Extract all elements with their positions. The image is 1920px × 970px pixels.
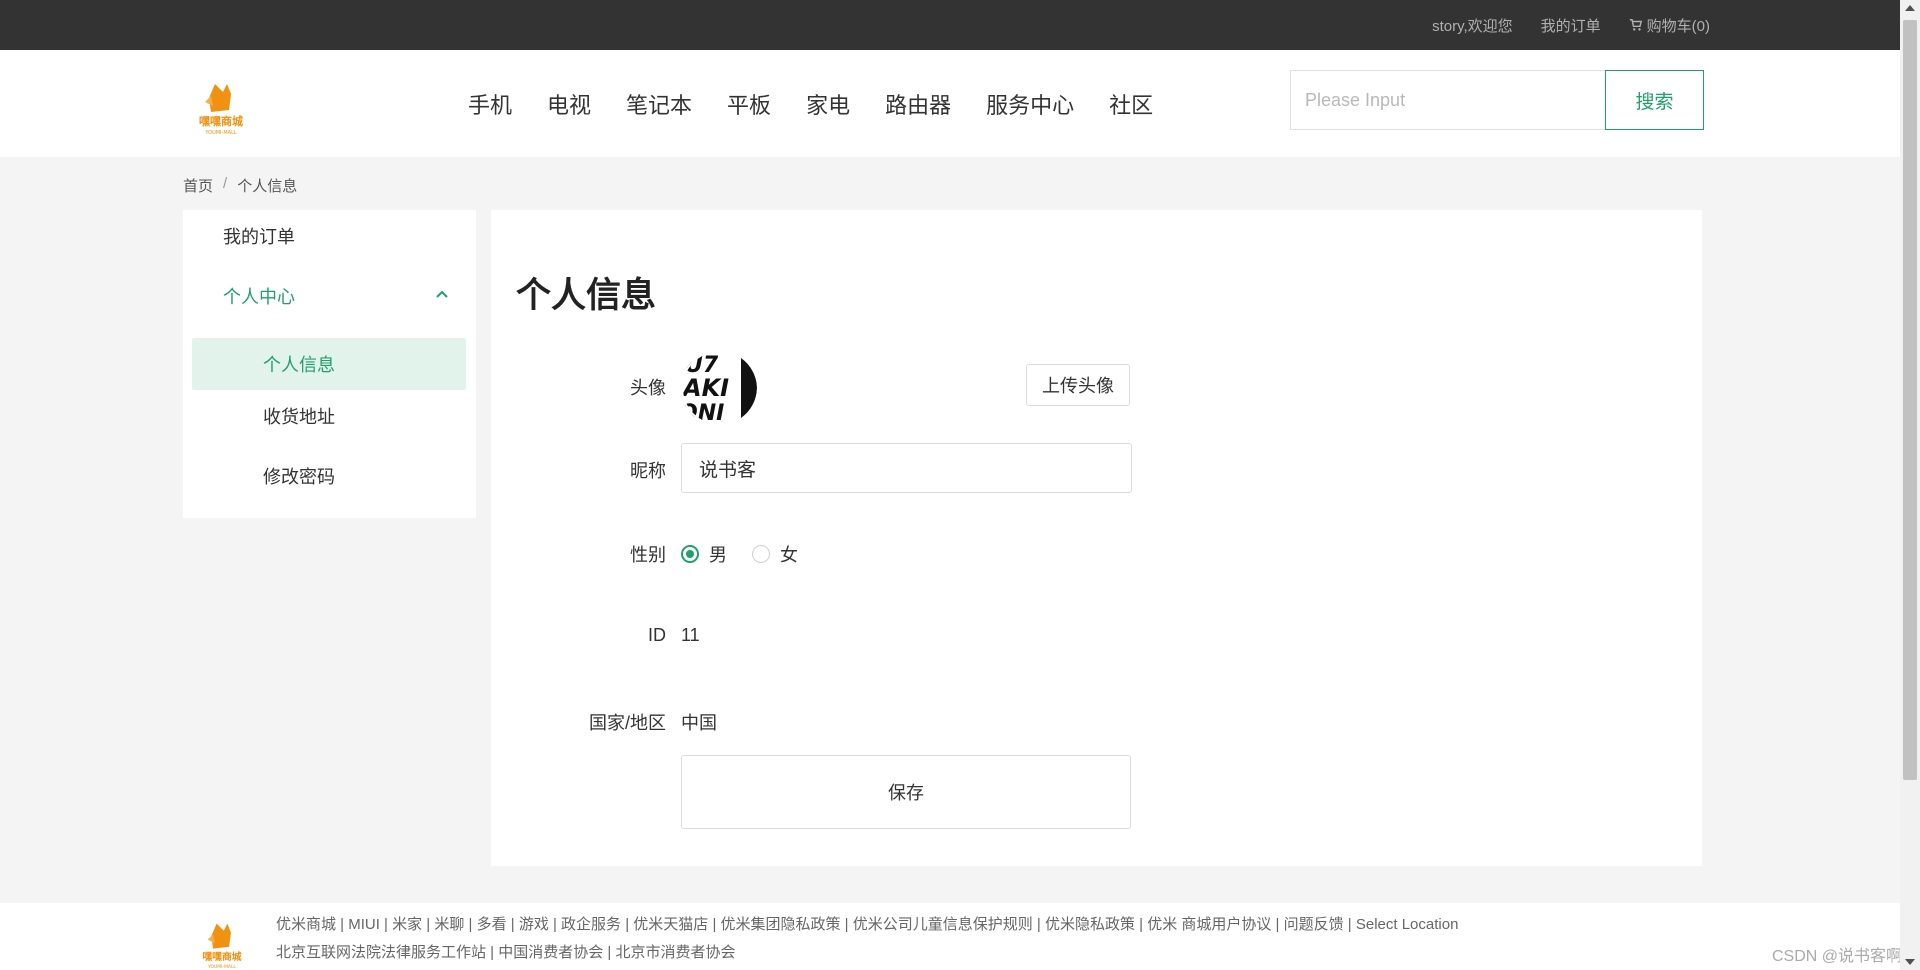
save-button[interactable]: 保存 <box>681 755 1131 829</box>
gender-option-female[interactable]: 女 <box>752 541 798 567</box>
nav-item-community[interactable]: 社区 <box>1109 88 1153 120</box>
svg-text:嘿嘿商城: 嘿嘿商城 <box>202 950 241 963</box>
footer: 嘿嘿商城 YOUMI-MALL 优米商城 | MIUI | 米家 | 米聊 | … <box>0 903 1920 970</box>
gender-male-label: 男 <box>709 545 727 565</box>
svg-text:嘿嘿商城: 嘿嘿商城 <box>199 114 243 128</box>
nav-item-tablet[interactable]: 平板 <box>727 88 771 120</box>
site-header: 嘿嘿商城 YOUMI-MALL 手机 电视 笔记本 平板 家电 路由器 服务中心… <box>0 50 1920 157</box>
search-button[interactable]: 搜索 <box>1605 70 1704 130</box>
svg-text:YOUMI-MALL: YOUMI-MALL <box>207 964 236 970</box>
breadcrumb-current: 个人信息 <box>237 178 298 195</box>
nav-item-laptop[interactable]: 笔记本 <box>626 88 692 120</box>
scrollbar-thumb[interactable] <box>1903 20 1917 780</box>
footer-links-line2[interactable]: 北京互联网法院法律服务工作站 | 中国消费者协会 | 北京市消费者协会 <box>276 941 735 962</box>
radio-selected-icon <box>681 545 699 563</box>
gender-label: 性别 <box>630 545 666 565</box>
sidebar-item-address[interactable]: 收货地址 <box>183 390 476 442</box>
chevron-up-icon <box>436 290 448 298</box>
id-value: 11 <box>681 625 700 645</box>
nav-item-phone[interactable]: 手机 <box>468 88 512 120</box>
radio-unselected-icon <box>752 545 770 563</box>
avatar-text-2: AKI <box>681 374 729 402</box>
sidebar: 我的订单 个人中心 个人信息 收货地址 修改密码 <box>183 210 476 518</box>
main-nav: 手机 电视 笔记本 平板 家电 路由器 服务中心 社区 <box>468 50 1153 157</box>
breadcrumb-separator: / <box>223 175 228 192</box>
top-links: story,欢迎您 我的订单 购物车(0) <box>1432 0 1710 50</box>
watermark: CSDN @说书客啊 <box>1771 948 1902 965</box>
gender-option-male[interactable]: 男 <box>681 541 727 567</box>
scroll-down-arrow-icon[interactable] <box>1905 959 1915 965</box>
upload-avatar-button[interactable]: 上传头像 <box>1026 364 1130 406</box>
sidebar-item-orders[interactable]: 我的订单 <box>183 210 476 262</box>
scroll-up-arrow-icon[interactable] <box>1905 5 1915 11</box>
scrollbar[interactable] <box>1900 0 1920 970</box>
sidebar-personal-center-label: 个人中心 <box>223 287 295 307</box>
country-label: 国家/地区 <box>588 713 666 733</box>
cart-link[interactable]: 购物车(0) <box>1629 15 1710 36</box>
gender-female-label: 女 <box>780 545 798 565</box>
top-bar: story,欢迎您 我的订单 购物车(0) <box>0 0 1920 50</box>
footer-links-line1[interactable]: 优米商城 | MIUI | 米家 | 米聊 | 多看 | 游戏 | 政企服务 |… <box>276 913 1458 934</box>
id-label: ID <box>648 625 666 645</box>
nickname-input[interactable] <box>681 443 1132 493</box>
cart-label: 购物车(0) <box>1646 17 1710 35</box>
sidebar-item-password[interactable]: 修改密码 <box>183 450 476 502</box>
welcome-link[interactable]: story,欢迎您 <box>1432 15 1513 36</box>
footer-logo-icon[interactable]: 嘿嘿商城 YOUMI-MALL <box>197 920 247 970</box>
sidebar-item-personal-center[interactable]: 个人中心 <box>183 270 476 322</box>
search-input[interactable] <box>1290 70 1605 130</box>
search-box: 搜索 <box>1290 70 1704 130</box>
breadcrumb-home[interactable]: 首页 <box>183 175 213 196</box>
sidebar-item-profile[interactable]: 个人信息 <box>192 338 466 390</box>
logo-icon[interactable]: 嘿嘿商城 YOUMI-MALL <box>193 80 249 136</box>
cart-icon <box>1629 19 1642 31</box>
page-title: 个人信息 <box>516 276 657 315</box>
avatar: U7 AKI ONI <box>681 350 757 426</box>
breadcrumb: 首页 / 个人信息 <box>183 175 297 196</box>
nav-item-tv[interactable]: 电视 <box>547 88 591 120</box>
country-value: 中国 <box>681 713 717 733</box>
profile-card: 个人信息 头像 U7 AKI ONI 上传头像 昵称 性别 男 女 ID 11 … <box>491 210 1702 866</box>
svg-text:YOUMI-MALL: YOUMI-MALL <box>204 130 236 136</box>
nav-item-appliances[interactable]: 家电 <box>806 88 850 120</box>
nav-item-router[interactable]: 路由器 <box>885 88 951 120</box>
nickname-label: 昵称 <box>630 461 666 481</box>
avatar-label: 头像 <box>630 378 666 398</box>
my-orders-link[interactable]: 我的订单 <box>1541 15 1601 36</box>
nav-item-service[interactable]: 服务中心 <box>986 88 1074 120</box>
